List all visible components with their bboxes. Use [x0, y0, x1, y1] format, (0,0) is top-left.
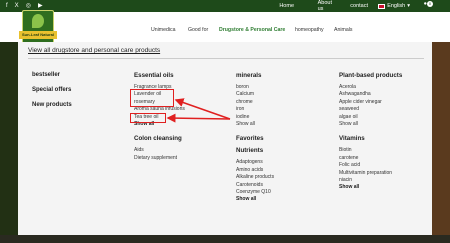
main-nav: Unimedica Good for Drugstore & Personal …: [0, 12, 450, 42]
arrow-to-lavender: [174, 98, 231, 120]
top-bar: f X ◎ ▶ Home About us contact English ▾ ●…: [0, 0, 450, 12]
nav-unimedica[interactable]: Unimedica: [151, 27, 176, 33]
facebook-icon[interactable]: f: [6, 2, 8, 10]
nav-homeopathy[interactable]: homeopathy: [295, 27, 324, 33]
nav-animals[interactable]: Animals: [334, 27, 352, 33]
chevron-down-icon: ▾: [407, 3, 410, 9]
leaf-icon: [32, 14, 44, 28]
language-select[interactable]: English ▾: [378, 3, 410, 9]
arrow-to-tea-tree: [166, 113, 231, 123]
x-icon[interactable]: X: [15, 2, 19, 10]
uk-flag-icon: [378, 3, 386, 9]
nav-drugstore[interactable]: Drugstore & Personal Care: [219, 27, 285, 33]
contact-link[interactable]: contact: [350, 3, 368, 9]
background-left: [0, 42, 18, 243]
nav-good-for[interactable]: Good for: [188, 27, 208, 33]
instagram-icon[interactable]: ◎: [26, 2, 31, 10]
background-bottom: [0, 235, 450, 243]
about-link[interactable]: About us: [318, 0, 332, 12]
logo-ribbon: Sun-Leaf Natural: [19, 31, 57, 39]
home-link[interactable]: Home: [279, 3, 294, 9]
annotation-arrows: [166, 98, 231, 123]
mega-menu-panel: View all drugstore and personal care pro…: [18, 42, 432, 235]
social-links: f X ◎ ▶: [6, 2, 43, 10]
cart-count-badge: 0: [427, 1, 433, 7]
background-right: [432, 42, 450, 243]
youtube-icon[interactable]: ▶: [38, 2, 43, 10]
